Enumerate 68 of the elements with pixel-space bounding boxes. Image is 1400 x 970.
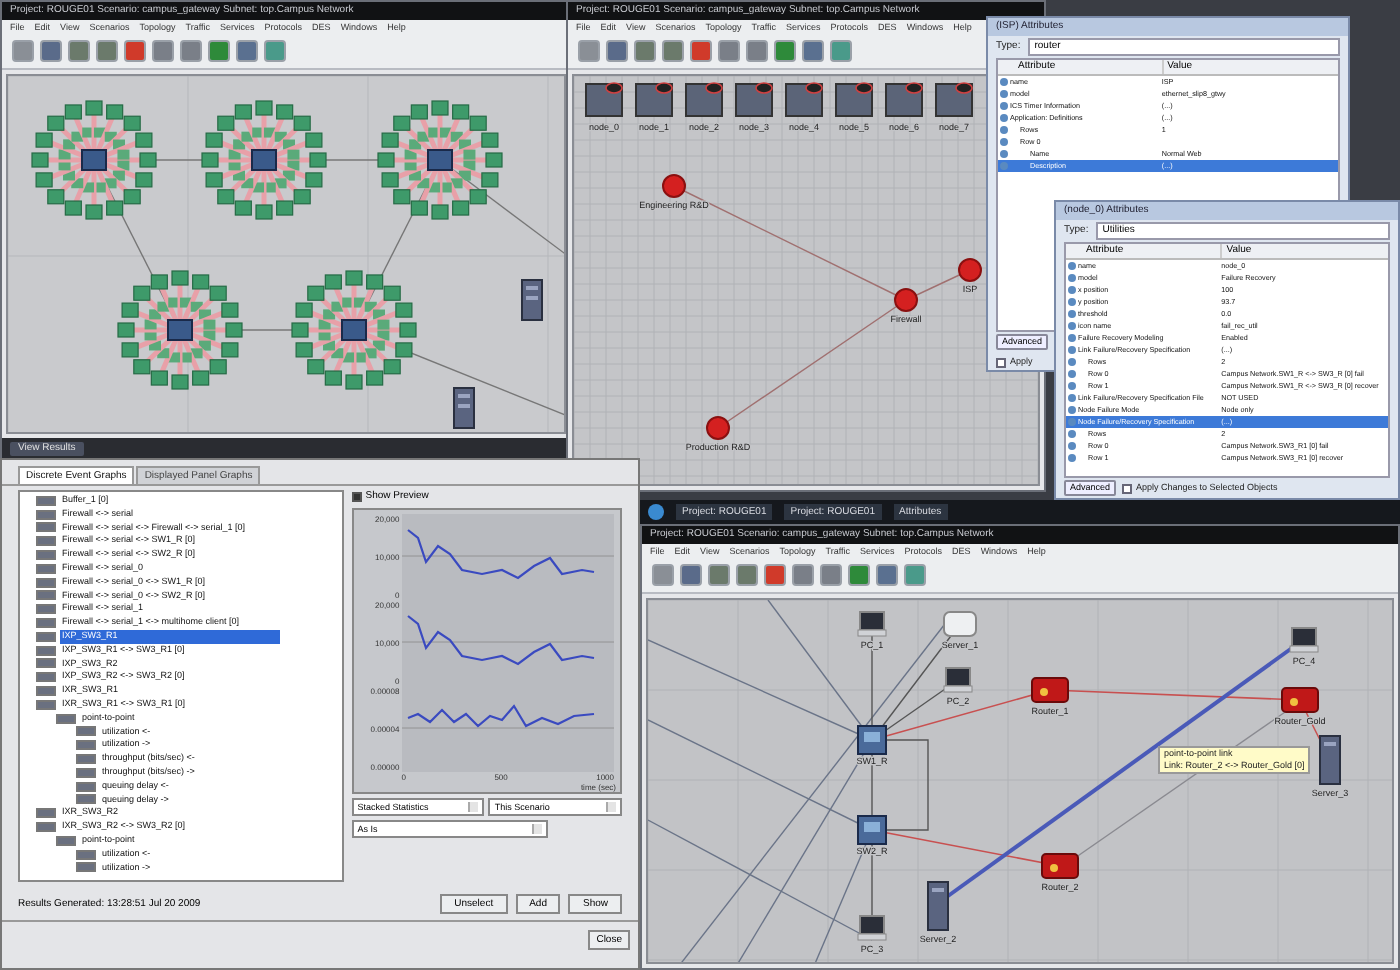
tool-icon[interactable] xyxy=(848,564,870,586)
site-node-icon xyxy=(958,258,982,282)
utility-node-icon xyxy=(885,82,923,117)
caret-icon xyxy=(468,802,479,812)
switch-icon xyxy=(857,815,887,845)
utility-node-icon xyxy=(785,82,823,117)
tool-icon[interactable] xyxy=(792,564,814,586)
utility-node-icon xyxy=(735,82,773,117)
router-icon xyxy=(1031,677,1069,703)
node-cluster-drawing xyxy=(31,100,157,220)
server-icon xyxy=(927,881,949,931)
tool-icon[interactable] xyxy=(746,40,768,62)
tool-icon[interactable] xyxy=(96,40,118,62)
server-icon xyxy=(521,279,543,321)
computer-icon xyxy=(1289,627,1319,653)
tool-icon[interactable] xyxy=(152,40,174,62)
tool-icon[interactable] xyxy=(876,564,898,586)
tool-icon[interactable] xyxy=(236,40,258,62)
router-icon xyxy=(1041,853,1079,879)
node-cluster-drawing xyxy=(201,100,327,220)
checkbox[interactable] xyxy=(996,357,1006,367)
utility-node-icon xyxy=(685,82,723,117)
switch-icon xyxy=(857,725,887,755)
utility-node-icon xyxy=(585,82,623,117)
tool-icon[interactable] xyxy=(662,40,684,62)
node-cluster-drawing xyxy=(117,270,243,390)
tool-icon[interactable] xyxy=(904,564,926,586)
checkbox[interactable] xyxy=(351,492,362,502)
tool-icon[interactable] xyxy=(12,40,34,62)
tool-icon[interactable] xyxy=(606,40,628,62)
tool-icon[interactable] xyxy=(774,40,796,62)
router-icon xyxy=(1281,687,1319,713)
tool-icon[interactable] xyxy=(690,40,712,62)
start-icon[interactable] xyxy=(648,504,664,520)
checkbox[interactable] xyxy=(1122,483,1133,493)
server-icon xyxy=(453,387,475,429)
tool-icon[interactable] xyxy=(830,40,852,62)
tool-icon[interactable] xyxy=(652,564,674,586)
storage-icon xyxy=(943,611,977,637)
node-cluster-drawing xyxy=(377,100,503,220)
tool-icon[interactable] xyxy=(634,40,656,62)
caret-icon xyxy=(531,824,542,834)
tool-icon[interactable] xyxy=(736,564,758,586)
tool-icon[interactable] xyxy=(40,40,62,62)
tool-icon[interactable] xyxy=(578,40,600,62)
node-cluster-drawing xyxy=(291,270,417,390)
caret-icon xyxy=(606,802,617,812)
computer-icon xyxy=(857,611,887,637)
site-node-icon xyxy=(706,416,730,440)
tool-icon[interactable] xyxy=(680,564,702,586)
tool-icon[interactable] xyxy=(208,40,230,62)
tool-icon[interactable] xyxy=(180,40,202,62)
tool-icon[interactable] xyxy=(802,40,824,62)
server-icon xyxy=(1319,735,1341,785)
tool-icon[interactable] xyxy=(124,40,146,62)
tool-icon[interactable] xyxy=(820,564,842,586)
computer-icon xyxy=(857,915,887,941)
tool-icon[interactable] xyxy=(68,40,90,62)
utility-node-icon xyxy=(935,82,973,117)
site-node-icon xyxy=(662,174,686,198)
tool-icon[interactable] xyxy=(708,564,730,586)
site-node-icon xyxy=(894,288,918,312)
tool-icon[interactable] xyxy=(764,564,786,586)
utility-node-icon xyxy=(835,82,873,117)
tool-icon[interactable] xyxy=(718,40,740,62)
tool-icon[interactable] xyxy=(264,40,286,62)
computer-icon xyxy=(943,667,973,693)
utility-node-icon xyxy=(635,82,673,117)
